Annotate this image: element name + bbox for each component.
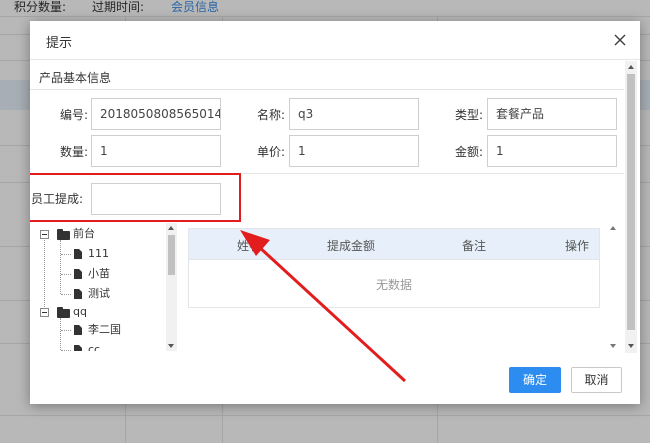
amount-field[interactable]: 1 xyxy=(487,135,617,167)
tree-node-employee[interactable]: 111 xyxy=(30,244,180,264)
confirm-button[interactable]: 确定 xyxy=(509,367,561,393)
cancel-button[interactable]: 取消 xyxy=(571,367,622,393)
name-label: 名称: xyxy=(256,108,285,122)
tree-employee-label: 小苗 xyxy=(88,267,110,280)
dialog-title: 提示 xyxy=(46,36,73,51)
code-label: 编号: xyxy=(59,108,88,122)
folder-icon xyxy=(57,307,70,318)
unit-price-field[interactable]: 1 xyxy=(289,135,419,167)
section-title: 产品基本信息 xyxy=(39,71,112,85)
section-divider xyxy=(30,89,624,90)
dialog-header: 提示 xyxy=(30,21,640,60)
commission-table: 姓名 提成金额 备注 操作 无数据 xyxy=(188,228,600,308)
file-icon xyxy=(74,325,82,335)
scroll-up-icon[interactable] xyxy=(628,65,634,69)
table-scrollbar[interactable] xyxy=(608,223,619,351)
employee-tree: 前台 111 小苗 测试 qq 李二国 cc xyxy=(30,223,180,351)
tree-employee-label: 李二国 xyxy=(88,323,121,336)
tree-group-label: qq xyxy=(73,305,87,318)
tree-group-label: 前台 xyxy=(73,227,95,240)
tree-node-employee[interactable]: 小苗 xyxy=(30,264,180,284)
folder-icon xyxy=(57,229,70,240)
tree-node-group[interactable]: 前台 xyxy=(30,224,180,244)
type-field[interactable]: 套餐产品 xyxy=(487,98,617,130)
annotation-highlight-box xyxy=(30,173,241,222)
scroll-down-icon[interactable] xyxy=(628,344,634,348)
table-empty-text: 无数据 xyxy=(375,278,412,292)
tree-node-employee[interactable]: 测试 xyxy=(30,284,180,304)
tree-node-employee[interactable]: 李二国 xyxy=(30,320,180,340)
quantity-label: 数量: xyxy=(59,145,88,159)
scroll-down-icon[interactable] xyxy=(168,344,174,348)
amount-label: 金额: xyxy=(454,145,483,159)
dialog-footer: 确定 取消 xyxy=(30,351,640,404)
scroll-thumb[interactable] xyxy=(627,74,635,330)
code-field[interactable]: 20180508085650143 xyxy=(91,98,221,130)
tree-employee-label: 111 xyxy=(88,247,109,260)
quantity-field[interactable]: 1 xyxy=(91,135,221,167)
column-header-actions: 操作 xyxy=(565,239,590,253)
tree-employee-label: 测试 xyxy=(88,287,110,300)
dialog-scrollbar[interactable] xyxy=(625,61,637,353)
scroll-up-icon[interactable] xyxy=(610,226,616,230)
unit-price-label: 单价: xyxy=(256,145,285,159)
table-header: 姓名 提成金额 备注 操作 xyxy=(189,229,599,260)
column-header-remark: 备注 xyxy=(462,239,487,253)
tree-employee-label: cc xyxy=(88,343,101,351)
prompt-dialog: 提示 产品基本信息 编号: 20180508085650143 名称: q3 类… xyxy=(30,21,640,404)
column-header-commission: 提成金额 xyxy=(327,239,376,253)
tree-node-group[interactable]: qq xyxy=(30,302,180,322)
scroll-thumb[interactable] xyxy=(168,235,175,275)
collapse-icon[interactable] xyxy=(40,308,49,317)
file-icon xyxy=(74,269,82,279)
tree-scrollbar[interactable] xyxy=(166,223,177,351)
file-icon xyxy=(74,289,82,299)
scroll-down-icon[interactable] xyxy=(610,344,616,348)
name-field[interactable]: q3 xyxy=(289,98,419,130)
scroll-up-icon[interactable] xyxy=(168,226,174,230)
column-header-name: 姓名 xyxy=(237,239,262,253)
tree-node-employee[interactable]: cc xyxy=(30,340,180,351)
close-icon[interactable] xyxy=(612,32,628,48)
file-icon xyxy=(74,249,82,259)
type-label: 类型: xyxy=(454,108,483,122)
dialog-body: 产品基本信息 编号: 20180508085650143 名称: q3 类型: … xyxy=(30,61,640,351)
collapse-icon[interactable] xyxy=(40,230,49,239)
